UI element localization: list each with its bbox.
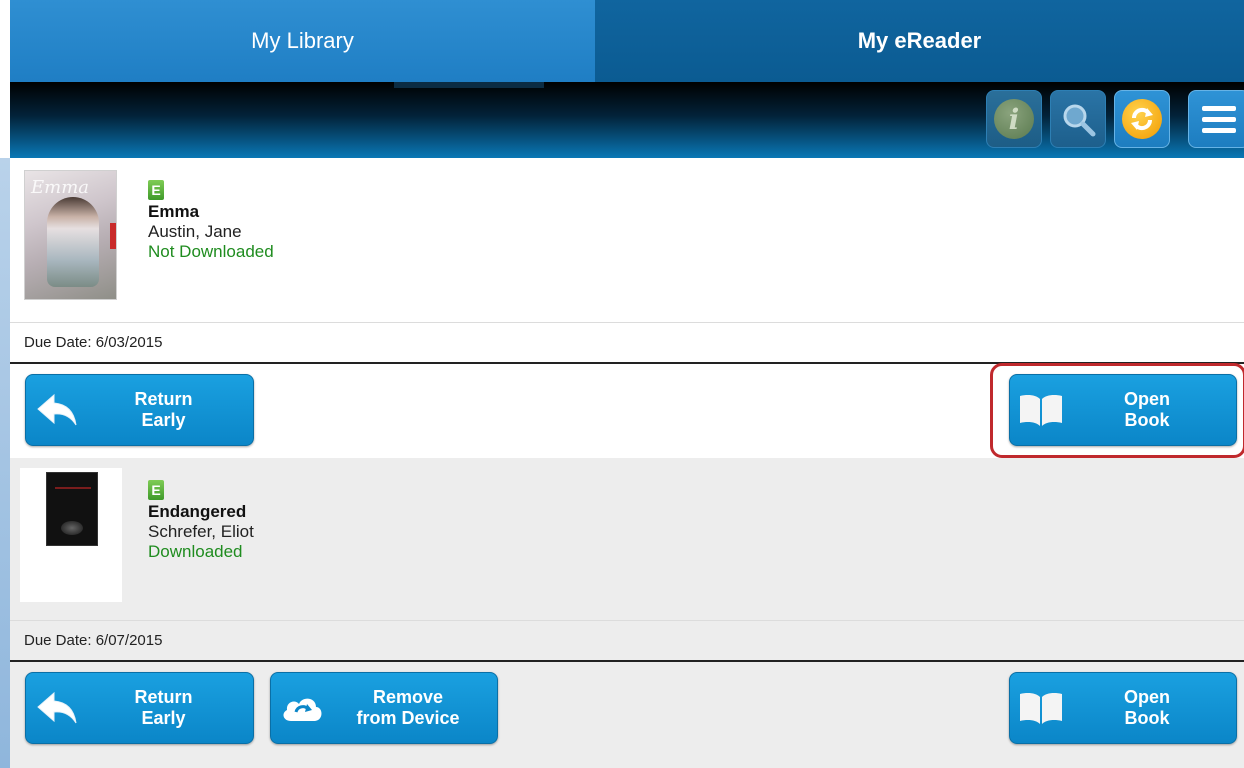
remove-label-line2: from Device	[356, 708, 460, 728]
due-date: Due Date: 6/07/2015	[10, 620, 1244, 662]
book-cover-emma[interactable]: Emma	[20, 168, 122, 302]
open-label-line2: Book	[1124, 708, 1170, 728]
sync-button[interactable]	[1114, 90, 1170, 148]
return-label-line1: Return	[134, 687, 193, 707]
return-label-line1: Return	[134, 389, 193, 409]
remove-from-device-button[interactable]: Remove from Device	[270, 672, 498, 744]
cloud-sync-icon	[271, 673, 333, 743]
open-label-line1: Open	[1123, 687, 1170, 707]
sync-icon	[1122, 99, 1162, 139]
return-label-line2: Early	[141, 708, 186, 728]
ebook-format-icon: E	[148, 180, 164, 200]
info-button[interactable]: i	[986, 90, 1042, 148]
tab-bar: My Library My eReader	[10, 0, 1244, 82]
open-book-button[interactable]: Open Book	[1009, 672, 1237, 744]
return-arrow-icon	[26, 375, 88, 445]
open-label-line2: Book	[1124, 410, 1170, 430]
return-arrow-icon	[26, 673, 88, 743]
info-icon: i	[994, 99, 1034, 139]
menu-icon	[1202, 105, 1236, 133]
return-early-button[interactable]: Return Early	[25, 374, 254, 446]
remove-label-line1: Remove	[372, 687, 444, 707]
tab-indicator	[394, 82, 544, 88]
ebook-format-icon: E	[148, 480, 164, 500]
book-row-endangered: E Endangered Schrefer, Eliot Downloaded …	[10, 458, 1244, 768]
book-cover-endangered[interactable]	[20, 468, 122, 602]
open-book-button[interactable]: Open Book	[1009, 374, 1237, 446]
search-icon	[1063, 104, 1096, 137]
book-meta: E Emma Austin, Jane Not Downloaded	[148, 180, 274, 262]
menu-button[interactable]	[1188, 90, 1244, 148]
tab-my-library[interactable]: My Library	[10, 0, 595, 82]
return-early-button[interactable]: Return Early	[25, 672, 254, 744]
book-title: Emma	[148, 202, 200, 221]
due-date: Due Date: 6/03/2015	[10, 322, 1244, 364]
search-button[interactable]	[1050, 90, 1106, 148]
book-title: Endangered	[148, 502, 247, 521]
left-edge-strip	[0, 158, 10, 768]
book-row-emma: Emma E Emma Austin, Jane Not Downloaded …	[10, 158, 1244, 458]
download-status: Downloaded	[148, 542, 243, 561]
return-label-line2: Early	[141, 410, 186, 430]
book-author: Austin, Jane	[148, 222, 242, 241]
toolbar: i	[10, 82, 1244, 158]
open-book-icon	[1010, 375, 1072, 445]
book-meta: E Endangered Schrefer, Eliot Downloaded	[148, 480, 254, 562]
open-book-icon	[1010, 673, 1072, 743]
tab-my-ereader[interactable]: My eReader	[595, 0, 1244, 82]
book-author: Schrefer, Eliot	[148, 522, 254, 541]
open-label-line1: Open	[1123, 389, 1170, 409]
download-status: Not Downloaded	[148, 242, 274, 261]
